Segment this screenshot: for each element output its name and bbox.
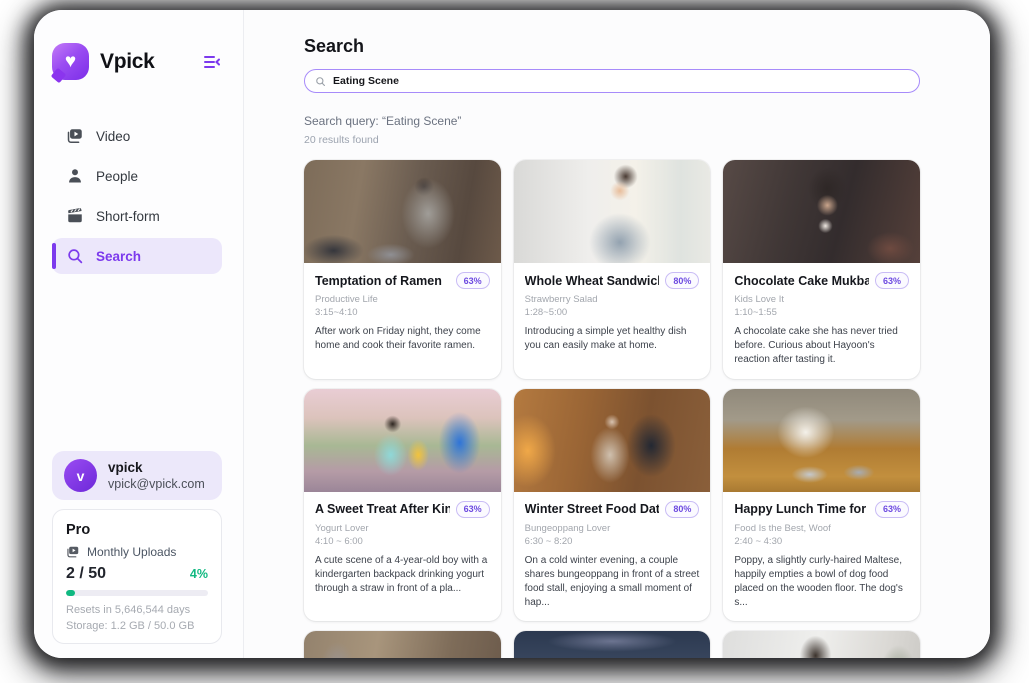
results-count: 20 results found [304, 134, 920, 146]
match-score-badge: 80% [665, 272, 699, 289]
result-card[interactable]: A Sweet Treat After Kindergarten 63% Yog… [304, 389, 501, 622]
card-time-range: 3:15~4:10 [315, 307, 490, 318]
sidebar-item-label: Video [96, 129, 130, 144]
uploads-progress-fill [66, 590, 75, 596]
sidebar-item-search[interactable]: Search [52, 238, 222, 274]
video-thumbnail [304, 160, 501, 263]
plan-storage: Storage: 1.2 GB / 50.0 GB [66, 620, 208, 632]
card-info: Chocolate Cake Mukbang 63% Kids Love It … [723, 263, 920, 379]
card-time-range: 2:40 ~ 4:30 [734, 536, 909, 547]
sidebar-item-shortform[interactable]: Short-form [52, 198, 222, 234]
card-channel: Bungeoppang Lover [525, 523, 700, 534]
card-description: Introducing a simple yet healthy dish yo… [525, 325, 700, 353]
sidebar: ♥ Vpick Video People [34, 10, 244, 658]
uploads-percent: 4% [190, 567, 208, 581]
result-card[interactable]: Chocolate Cake Mukbang 63% Kids Love It … [723, 160, 920, 379]
card-description: A chocolate cake she has never tried bef… [734, 325, 909, 368]
sidebar-item-label: Short-form [96, 209, 160, 224]
monthly-uploads-row: Monthly Uploads [66, 545, 208, 559]
card-channel: Productive Life [315, 294, 490, 305]
results-grid: Temptation of Ramen 63% Productive Life … [304, 160, 920, 658]
card-time-range: 4:10 ~ 6:00 [315, 536, 490, 547]
result-card[interactable]: Whole Wheat Sandwich Recipe 80% Strawber… [514, 160, 711, 379]
profile-text: vpick vpick@vpick.com [108, 460, 205, 491]
collapse-sidebar-icon[interactable] [202, 52, 222, 72]
search-box[interactable] [304, 69, 920, 93]
profile-name: vpick [108, 460, 205, 475]
card-title: Temptation of Ramen [315, 274, 442, 288]
card-title: Winter Street Food Date [525, 502, 660, 516]
card-time-range: 6:30 ~ 8:20 [525, 536, 700, 547]
card-channel: Food Is the Best, Woof [734, 523, 909, 534]
logo-row: ♥ Vpick [52, 43, 222, 80]
card-title: Happy Lunch Time for Poppy [734, 502, 869, 516]
video-thumbnail [723, 160, 920, 263]
match-score-badge: 63% [875, 272, 909, 289]
video-thumbnail [723, 631, 920, 658]
sidebar-nav: Video People Short-form Search [52, 118, 222, 274]
match-score-badge: 63% [456, 501, 490, 518]
match-score-badge: 80% [665, 501, 699, 518]
video-thumbnail [514, 160, 711, 263]
avatar: v [64, 459, 97, 492]
card-title: Whole Wheat Sandwich Recipe [525, 274, 660, 288]
video-thumbnail [723, 389, 920, 492]
card-info: Winter Street Food Date 80% Bungeoppang … [514, 492, 711, 622]
app-window: ♥ Vpick Video People [34, 10, 990, 658]
card-title: Chocolate Cake Mukbang [734, 274, 869, 288]
video-thumbnail [304, 389, 501, 492]
card-info: Whole Wheat Sandwich Recipe 80% Strawber… [514, 263, 711, 364]
sidebar-item-label: Search [96, 249, 141, 264]
sidebar-item-label: People [96, 169, 138, 184]
card-info: A Sweet Treat After Kindergarten 63% Yog… [304, 492, 501, 608]
card-time-range: 1:28~5:00 [525, 307, 700, 318]
card-title: A Sweet Treat After Kindergarten [315, 502, 450, 516]
monthly-uploads-label: Monthly Uploads [87, 545, 176, 559]
search-input[interactable] [333, 75, 909, 87]
vpick-logo-icon: ♥ [52, 43, 89, 80]
upload-video-icon [66, 545, 80, 559]
plan-card: Pro Monthly Uploads 2 / 50 4% Resets in … [52, 509, 222, 644]
plan-resets: Resets in 5,646,544 days [66, 604, 208, 616]
people-icon [66, 167, 84, 185]
result-card[interactable]: Traditional Korean Home Cooking 63% [304, 631, 501, 658]
card-channel: Strawberry Salad [525, 294, 700, 305]
uploads-count-row: 2 / 50 4% [66, 565, 208, 583]
video-thumbnail [514, 631, 711, 658]
card-info: Happy Lunch Time for Poppy 63% Food Is t… [723, 492, 920, 622]
card-description: A cute scene of a 4-year-old boy with a … [315, 554, 490, 597]
card-time-range: 1:10~1:55 [734, 307, 909, 318]
card-description: After work on Friday night, they come ho… [315, 325, 490, 353]
sidebar-item-people[interactable]: People [52, 158, 222, 194]
video-icon [66, 127, 84, 145]
result-card[interactable]: Winter Street Food Date 80% Bungeoppang … [514, 389, 711, 622]
app-name: Vpick [100, 50, 155, 74]
card-info: Temptation of Ramen 63% Productive Life … [304, 263, 501, 364]
match-score-badge: 63% [875, 501, 909, 518]
profile-email: vpick@vpick.com [108, 477, 205, 491]
card-channel: Yogurt Lover [315, 523, 490, 534]
uploads-progress-track [66, 590, 208, 596]
plan-name: Pro [66, 522, 208, 538]
result-card[interactable]: Making Tteokbokki Sauce 63% [723, 631, 920, 658]
result-card[interactable]: Temptation of Ramen 63% Productive Life … [304, 160, 501, 379]
uploads-count: 2 / 50 [66, 565, 106, 583]
user-profile-card[interactable]: v vpick vpick@vpick.com [52, 451, 222, 500]
result-card[interactable]: Happy Lunch Time for Poppy 63% Food Is t… [723, 389, 920, 622]
shortform-icon [66, 207, 84, 225]
page-title: Search [304, 36, 920, 57]
card-description: On a cold winter evening, a couple share… [525, 554, 700, 611]
sidebar-item-video[interactable]: Video [52, 118, 222, 154]
search-icon [315, 76, 326, 87]
video-thumbnail [514, 389, 711, 492]
card-description: Poppy, a slightly curly-haired Maltese, … [734, 554, 909, 611]
search-icon [66, 247, 84, 265]
card-channel: Kids Love It [734, 294, 909, 305]
result-card[interactable]: Campfire BBQ Party 63% [514, 631, 711, 658]
video-thumbnail [304, 631, 501, 658]
match-score-badge: 63% [456, 272, 490, 289]
main-content: Search Search query: “Eating Scene” 20 r… [244, 10, 990, 658]
search-query-line: Search query: “Eating Scene” [304, 114, 920, 128]
heart-icon: ♥ [65, 52, 76, 71]
